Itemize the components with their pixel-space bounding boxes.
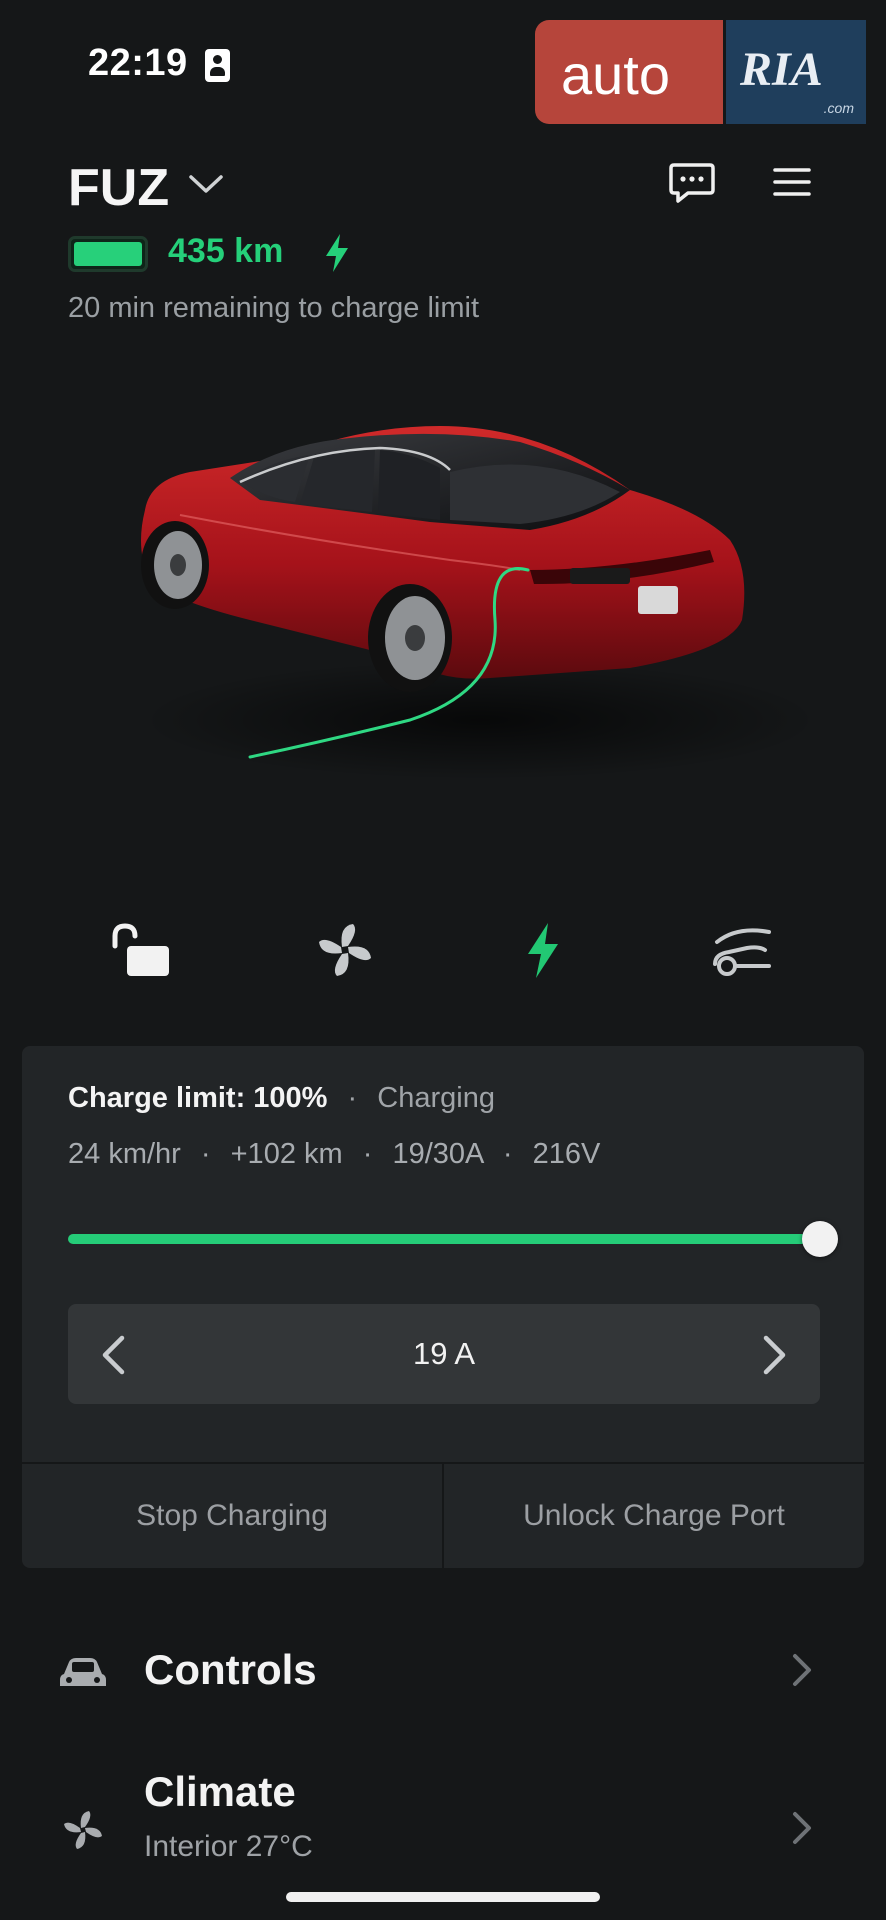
car-illustration [140, 426, 810, 780]
status-time: 22:19 [88, 42, 188, 84]
charge-voltage: 216V [532, 1138, 601, 1170]
range-added: +102 km [230, 1138, 343, 1170]
charging-card: Charge limit: 100% · Charging 24 km/hr ·… [22, 1046, 864, 1568]
chevron-down-icon[interactable] [188, 172, 224, 196]
charge-stats-line: 24 km/hr · +102 km · 19/30A · 216V [68, 1138, 600, 1171]
lightning-bolt-icon[interactable] [508, 920, 578, 980]
battery-fill [74, 242, 142, 266]
charge-limit-label: Charge limit: 100% [68, 1082, 328, 1114]
separator: · [200, 1138, 211, 1170]
chevron-right-icon[interactable] [790, 1652, 814, 1688]
watermark-ria-text: RIA [740, 43, 823, 96]
amps-stepper: 19 A [68, 1304, 820, 1404]
charge-time-remaining: 20 min remaining to charge limit [68, 292, 480, 324]
stop-charging-button[interactable]: Stop Charging [22, 1464, 442, 1568]
car-name[interactable]: FUZ [68, 158, 169, 218]
hamburger-menu-icon[interactable] [772, 166, 812, 198]
charge-current: 19/30A [392, 1138, 483, 1170]
watermark-ria-logo: RIA .com [726, 20, 866, 124]
home-indicator[interactable] [286, 1892, 600, 1902]
charge-rate: 24 km/hr [68, 1138, 181, 1170]
unlocked-padlock-icon[interactable] [105, 920, 175, 980]
charging-status: Charging [377, 1082, 495, 1114]
range-value: 435 km [168, 232, 284, 270]
watermark-auto-text: auto [561, 43, 670, 106]
climate-interior-temp: Interior 27°C [144, 1830, 313, 1863]
fan-icon [64, 1811, 102, 1849]
fan-icon[interactable] [310, 920, 380, 980]
chevron-right-icon[interactable] [760, 1334, 790, 1376]
watermark-domain: .com [823, 100, 854, 116]
car-icon [60, 1658, 106, 1686]
charge-limit-line: Charge limit: 100% · Charging [68, 1082, 495, 1115]
battery-indicator [68, 236, 148, 272]
separator: · [502, 1138, 513, 1170]
watermark-auto-logo: auto [535, 20, 723, 124]
charge-limit-slider-handle[interactable] [802, 1221, 838, 1257]
amps-value: 19 A [412, 1336, 476, 1371]
front-wheel [141, 521, 209, 609]
unlock-charge-port-button[interactable]: Unlock Charge Port [444, 1464, 864, 1568]
chevron-right-icon[interactable] [790, 1810, 814, 1846]
separator: · [362, 1138, 373, 1170]
climate-menu-item[interactable]: Climate [144, 1768, 296, 1816]
charging-bolt-icon [326, 234, 348, 272]
person-card-icon [205, 49, 230, 82]
car-frunk-icon[interactable] [707, 920, 777, 980]
rear-wheel [368, 584, 452, 692]
charge-limit-slider[interactable] [68, 1234, 820, 1244]
controls-menu-item[interactable]: Controls [144, 1646, 317, 1694]
message-icon[interactable] [668, 162, 716, 204]
separator: · [347, 1082, 358, 1114]
